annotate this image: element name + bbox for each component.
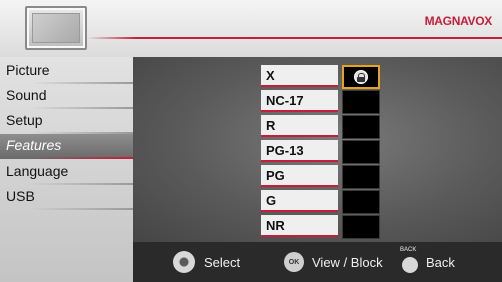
- header-divider: [87, 37, 502, 39]
- lock-toggle[interactable]: [342, 215, 380, 239]
- back-button-icon: BACK: [400, 247, 418, 273]
- sidebar-item-label: Setup: [6, 112, 43, 128]
- lock-toggle[interactable]: [342, 115, 380, 139]
- sidebar-item-sound[interactable]: Sound: [0, 84, 133, 109]
- sidebar-menu: Picture Sound Setup Features Language US…: [0, 57, 133, 282]
- sidebar-item-usb[interactable]: USB: [0, 185, 133, 210]
- back-label: Back: [426, 254, 455, 270]
- rating-row-nc17: NC-17: [261, 90, 381, 114]
- menu-header: MAGNAVOX: [0, 0, 502, 57]
- brand-logo: MAGNAVOX: [424, 14, 493, 28]
- sidebar-item-label: Language: [6, 163, 69, 179]
- view-block-hint: OK View / Block: [284, 242, 383, 282]
- sidebar-item-language[interactable]: Language: [0, 160, 133, 185]
- back-hint: BACK Back: [400, 242, 455, 282]
- select-hint: Select: [173, 242, 240, 282]
- lock-toggle[interactable]: [342, 190, 380, 214]
- lock-toggle[interactable]: [342, 140, 380, 164]
- rating-lock-panel: X NC-17 R PG-13 PG G NR: [133, 57, 502, 242]
- rating-row-pg13: PG-13: [261, 140, 381, 164]
- rating-row-nr: NR: [261, 215, 381, 239]
- sidebar-item-setup[interactable]: Setup: [0, 109, 133, 134]
- lock-toggle[interactable]: [342, 65, 380, 89]
- rating-label: NR: [261, 215, 338, 237]
- sidebar-item-picture[interactable]: Picture: [0, 59, 133, 84]
- tv-menu-screen: MAGNAVOX Picture Sound Setup Features La…: [0, 0, 502, 282]
- tv-icon: [25, 6, 87, 50]
- lock-toggle[interactable]: [342, 90, 380, 114]
- rating-row-g: G: [261, 190, 381, 214]
- rating-label: PG-13: [261, 140, 338, 162]
- lock-toggle[interactable]: [342, 165, 380, 189]
- rating-label: X: [261, 65, 338, 87]
- sidebar-item-label: Features: [6, 137, 62, 153]
- lock-icon: [354, 70, 368, 84]
- rating-label: NC-17: [261, 90, 338, 112]
- sidebar-item-label: Sound: [6, 87, 47, 103]
- sidebar-item-label: Picture: [6, 62, 50, 78]
- view-block-label: View / Block: [312, 254, 383, 270]
- rating-row-pg: PG: [261, 165, 381, 189]
- rating-label: PG: [261, 165, 338, 187]
- rating-row-r: R: [261, 115, 381, 139]
- rating-row-x: X: [261, 65, 381, 89]
- rating-label: G: [261, 190, 338, 212]
- ok-button-icon: OK: [284, 252, 304, 272]
- rating-label: R: [261, 115, 338, 137]
- sidebar-item-label: USB: [6, 188, 35, 204]
- dpad-icon: [173, 251, 195, 273]
- sidebar-item-features[interactable]: Features: [0, 134, 133, 159]
- button-guide-bar: Select OK View / Block BACK Back: [133, 242, 502, 282]
- select-label: Select: [204, 254, 241, 270]
